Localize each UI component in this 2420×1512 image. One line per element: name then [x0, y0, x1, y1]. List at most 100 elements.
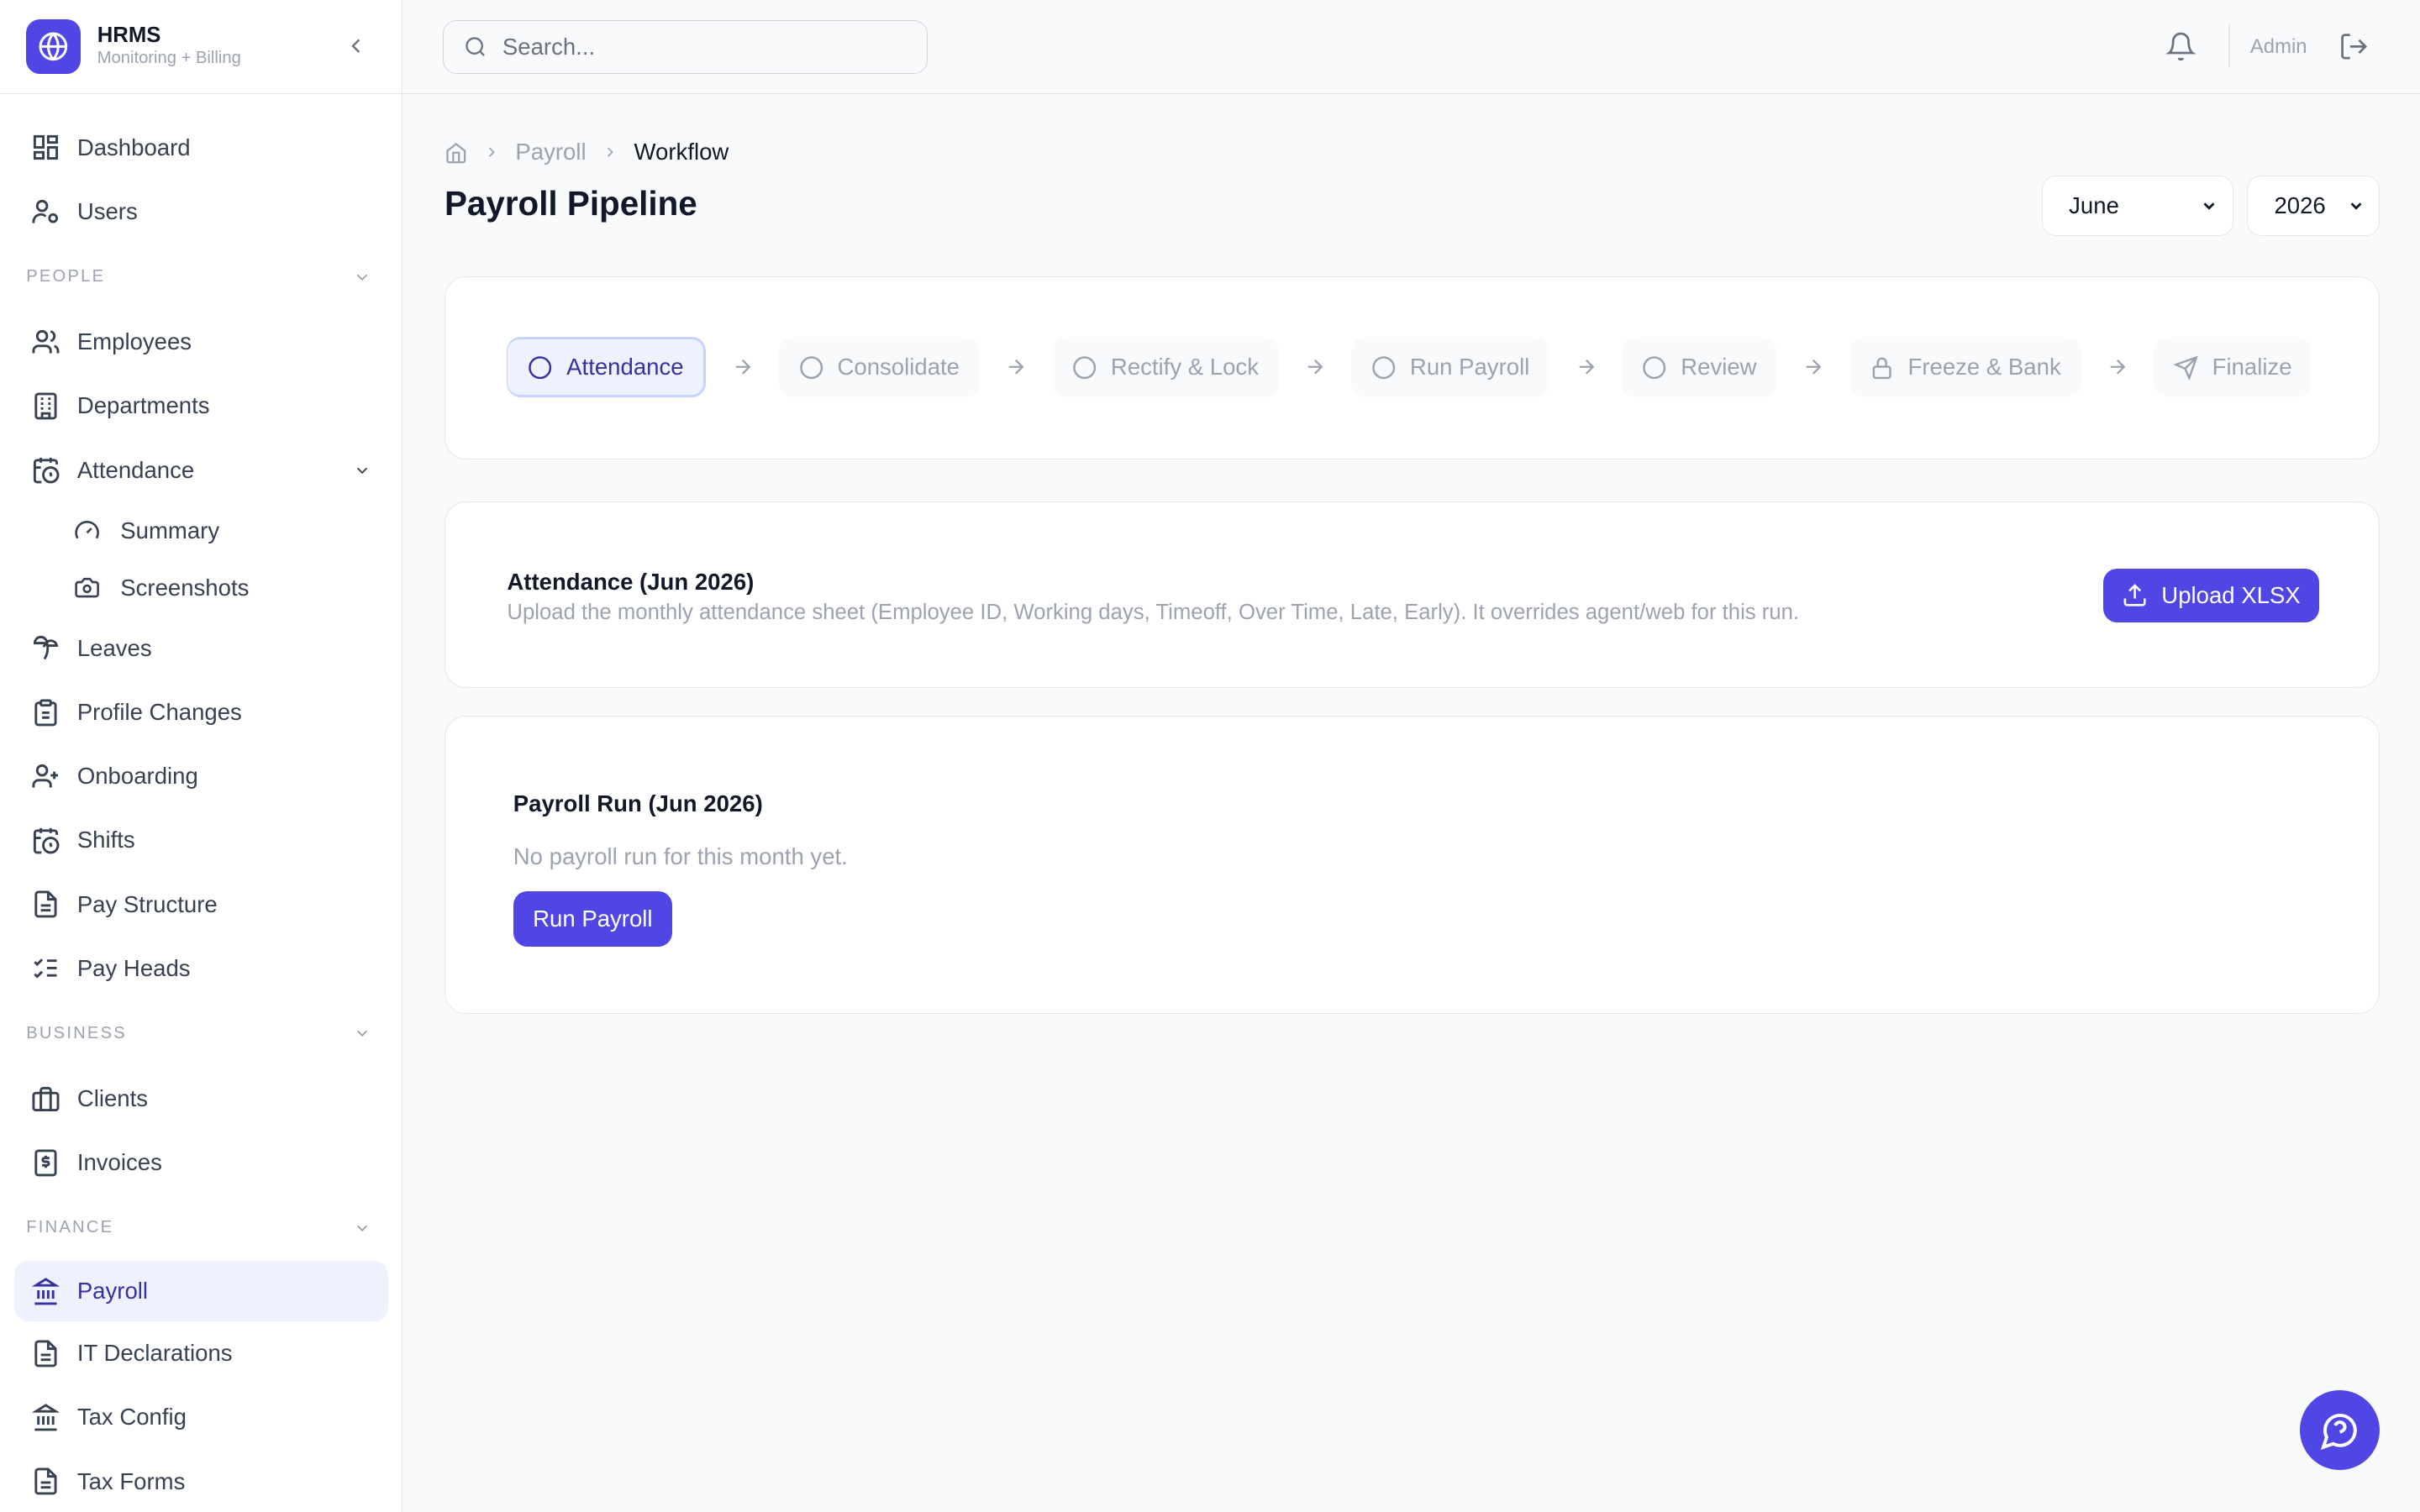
home-icon[interactable] [445, 141, 468, 165]
help-chat-button[interactable] [2299, 1389, 2381, 1471]
user-plus-icon [31, 762, 60, 791]
dashboard-icon [31, 133, 60, 162]
breadcrumb-payroll[interactable]: Payroll [515, 139, 586, 165]
sidebar-item-label: Tax Forms [76, 1467, 186, 1494]
breadcrumb: Payroll Workflow [445, 139, 729, 165]
calendar-clock-icon [31, 826, 60, 855]
step-finalize[interactable]: Finalize [2153, 337, 2312, 397]
gauge-icon [74, 517, 103, 543]
step-attendance[interactable]: Attendance [507, 337, 707, 397]
sidebar-item-summary[interactable]: Summary [0, 502, 402, 559]
collapse-sidebar-icon[interactable] [344, 34, 368, 58]
file-text-icon [31, 890, 60, 919]
camera-icon [74, 575, 103, 601]
step-label: Review [1681, 354, 1757, 381]
step-freeze-bank[interactable]: Freeze & Bank [1849, 337, 2081, 397]
sidebar-item-dashboard[interactable]: Dashboard [0, 116, 402, 180]
user-cog-icon [31, 197, 60, 227]
payroll-run-card: Payroll Run (Jun 2026) No payroll run fo… [444, 716, 2381, 1014]
topbar: Admin [402, 0, 2420, 95]
arrow-right-icon [1303, 355, 1327, 379]
sidebar-item-leaves[interactable]: Leaves [0, 617, 402, 680]
chevron-right-icon [602, 144, 618, 160]
chevron-down-icon [353, 461, 371, 480]
chevron-down-icon [353, 1219, 371, 1237]
circle-icon [1371, 355, 1396, 380]
sidebar-item-shifts[interactable]: Shifts [0, 808, 402, 872]
sidebar-item-label: Leaves [76, 634, 152, 661]
list-checks-icon [31, 953, 60, 983]
sidebar-item-users[interactable]: Users [0, 180, 402, 244]
sidebar-item-label: Pay Structure [76, 890, 218, 917]
sidebar-item-tax-config[interactable]: Tax Config [0, 1385, 402, 1449]
circle-icon [1642, 355, 1666, 380]
sidebar-item-clients[interactable]: Clients [0, 1067, 402, 1131]
breadcrumb-workflow: Workflow [634, 139, 729, 165]
sidebar-item-profile-changes[interactable]: Profile Changes [0, 680, 402, 744]
pipeline-steps: Attendance Consolidate Rectify & Lock Ru… [507, 337, 2312, 397]
bell-icon[interactable] [2165, 31, 2196, 62]
divider [2228, 24, 2231, 68]
step-rectify-lock[interactable]: Rectify & Lock [1052, 337, 1279, 397]
payroll-run-title: Payroll Run (Jun 2026) [513, 790, 763, 817]
section-people[interactable]: PEOPLE [0, 244, 402, 310]
sidebar-item-it-declarations[interactable]: IT Declarations [0, 1321, 402, 1385]
year-select[interactable]: 2026 [2247, 176, 2381, 236]
month-value: June [2069, 192, 2119, 219]
help-circle-icon [2320, 1410, 2360, 1451]
sidebar-nav: Dashboard Users PEOPLE Employees Departm… [0, 94, 402, 1512]
sidebar-item-payroll[interactable]: Payroll [13, 1261, 388, 1322]
sidebar-item-departments[interactable]: Departments [0, 374, 402, 438]
upload-xlsx-button[interactable]: Upload XLSX [2102, 568, 2319, 623]
step-label: Attendance [566, 354, 684, 381]
search-box[interactable] [443, 19, 928, 75]
sidebar-item-screenshots[interactable]: Screenshots [0, 559, 402, 617]
step-consolidate[interactable]: Consolidate [778, 337, 980, 397]
sidebar-item-invoices[interactable]: Invoices [0, 1131, 402, 1194]
sidebar-item-pay-heads[interactable]: Pay Heads [0, 937, 402, 1000]
sidebar-item-pay-structure[interactable]: Pay Structure [0, 873, 402, 937]
attendance-card: Attendance (Jun 2026) Upload the monthly… [444, 501, 2381, 689]
sidebar-item-label: IT Declarations [76, 1340, 233, 1367]
users-icon [31, 328, 60, 357]
user-name: Admin [2249, 35, 2307, 59]
month-select[interactable]: June [2041, 176, 2233, 236]
sidebar-item-employees[interactable]: Employees [0, 310, 402, 374]
lock-icon [1870, 355, 1894, 380]
step-review[interactable]: Review [1622, 337, 1777, 397]
logout-icon[interactable] [2338, 31, 2370, 62]
attendance-card-title: Attendance (Jun 2026) [507, 568, 755, 595]
bank-icon [31, 1277, 60, 1306]
year-value: 2026 [2274, 192, 2326, 219]
sidebar-item-tax-forms[interactable]: Tax Forms [0, 1449, 402, 1512]
sidebar-item-label: Onboarding [76, 763, 198, 790]
sidebar-item-label: Tax Config [76, 1404, 187, 1431]
sidebar-item-attendance[interactable]: Attendance [0, 438, 402, 502]
step-label: Finalize [2212, 354, 2292, 381]
step-run-payroll[interactable]: Run Payroll [1351, 337, 1550, 397]
section-label: PEOPLE [26, 267, 106, 286]
sidebar-item-label: Employees [76, 328, 192, 355]
arrow-right-icon [1004, 355, 1028, 379]
sidebar-item-label: Dashboard [76, 134, 191, 160]
arrow-right-icon [2106, 355, 2129, 379]
section-business[interactable]: BUSINESS [0, 1000, 402, 1067]
sidebar-item-label: Users [76, 198, 138, 225]
arrow-right-icon [1575, 355, 1598, 379]
globe-icon [26, 19, 81, 74]
section-finance[interactable]: FINANCE [0, 1194, 402, 1261]
sidebar-item-label: Departments [76, 392, 210, 419]
file-text-icon [31, 1467, 60, 1496]
bank-icon [31, 1403, 60, 1432]
search-input[interactable] [502, 34, 889, 61]
chevron-right-icon [483, 144, 500, 160]
sidebar-item-label: Attendance [76, 456, 195, 483]
run-payroll-button[interactable]: Run Payroll [513, 890, 672, 947]
brand-subtitle: Monitoring + Billing [97, 49, 241, 68]
page-title: Payroll Pipeline [444, 183, 697, 223]
chevron-down-icon [353, 268, 371, 286]
chevron-down-icon [2347, 197, 2365, 215]
sidebar-item-label: Pay Heads [76, 954, 191, 981]
sidebar-item-onboarding[interactable]: Onboarding [0, 744, 402, 808]
arrow-right-icon [731, 355, 755, 379]
